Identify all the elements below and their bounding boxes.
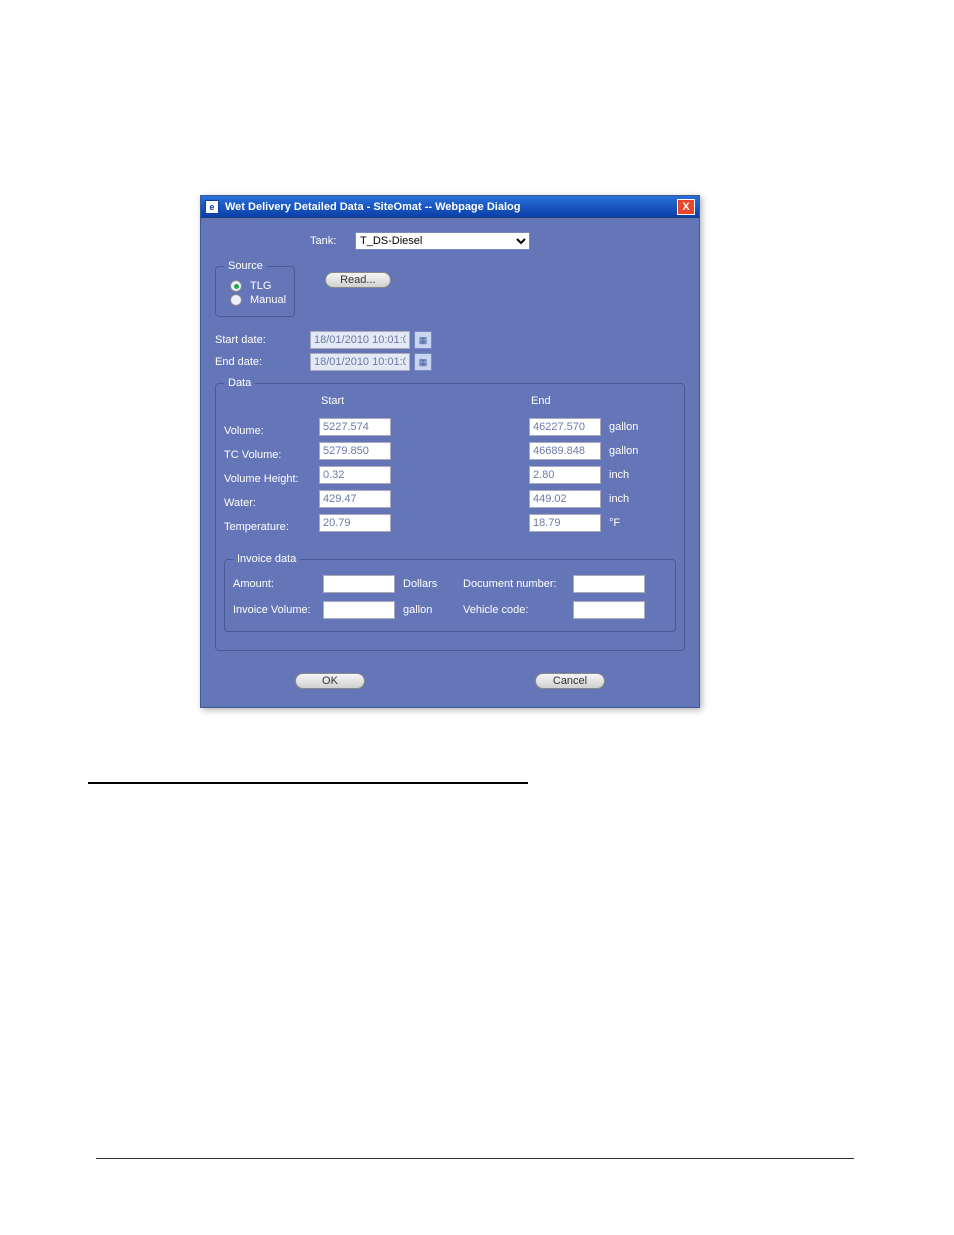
amount-unit: Dollars: [403, 578, 453, 590]
water-start[interactable]: [319, 490, 391, 508]
calendar-icon[interactable]: ▦: [414, 331, 432, 349]
invvol-input[interactable]: [323, 601, 395, 619]
water-end[interactable]: [529, 490, 601, 508]
invoice-fieldset: Invoice data Amount: Dollars Document nu…: [224, 553, 676, 632]
amount-label: Amount:: [233, 578, 323, 590]
dialog-body: Tank: T_DS-Diesel Source TLG Manual Read…: [201, 218, 699, 707]
vehicle-input[interactable]: [573, 601, 645, 619]
start-header: Start: [319, 395, 529, 415]
vehicle-label: Vehicle code:: [463, 604, 573, 616]
horizontal-rule: [88, 782, 528, 784]
footer-rule: [96, 1158, 854, 1159]
tank-label: Tank:: [310, 235, 355, 247]
volume-label: Volume:: [224, 419, 319, 443]
volume-start[interactable]: [319, 418, 391, 436]
radio-tlg-label: TLG: [250, 280, 271, 292]
tcvolume-start[interactable]: [319, 442, 391, 460]
start-date-input[interactable]: [310, 331, 410, 349]
temperature-end[interactable]: [529, 514, 601, 532]
dialog-window: e Wet Delivery Detailed Data - SiteOmat …: [200, 195, 700, 708]
invvol-label: Invoice Volume:: [233, 604, 323, 616]
volheight-unit: inch: [609, 469, 629, 481]
volheight-label: Volume Height:: [224, 467, 319, 491]
invvol-unit: gallon: [403, 604, 453, 616]
radio-manual[interactable]: [230, 294, 242, 306]
amount-input[interactable]: [323, 575, 395, 593]
volheight-end[interactable]: [529, 466, 601, 484]
tcvolume-end[interactable]: [529, 442, 601, 460]
read-button[interactable]: Read...: [325, 272, 390, 288]
source-legend: Source: [224, 260, 267, 272]
end-date-label: End date:: [215, 356, 310, 368]
radio-tlg[interactable]: [230, 280, 242, 292]
tcvolume-unit: gallon: [609, 445, 638, 457]
volume-end[interactable]: [529, 418, 601, 436]
radio-manual-label: Manual: [250, 294, 286, 306]
water-unit: inch: [609, 493, 629, 505]
water-label: Water:: [224, 491, 319, 515]
app-icon: e: [205, 200, 219, 214]
temperature-start[interactable]: [319, 514, 391, 532]
invoice-legend: Invoice data: [233, 553, 300, 565]
data-fieldset: Data Volume: TC Volume: Volume Height: W…: [215, 377, 685, 651]
data-legend: Data: [224, 377, 255, 389]
end-header: End: [529, 395, 638, 415]
source-fieldset: Source TLG Manual: [215, 260, 295, 317]
close-button[interactable]: X: [677, 199, 695, 215]
volume-unit: gallon: [609, 421, 638, 433]
docnum-label: Document number:: [463, 578, 573, 590]
start-date-label: Start date:: [215, 334, 310, 346]
volheight-start[interactable]: [319, 466, 391, 484]
tcvolume-label: TC Volume:: [224, 443, 319, 467]
calendar-icon[interactable]: ▦: [414, 353, 432, 371]
end-date-input[interactable]: [310, 353, 410, 371]
temperature-unit: °F: [609, 517, 620, 529]
docnum-input[interactable]: [573, 575, 645, 593]
tank-select[interactable]: T_DS-Diesel: [355, 232, 530, 250]
window-title: Wet Delivery Detailed Data - SiteOmat --…: [225, 201, 520, 213]
temperature-label: Temperature:: [224, 515, 319, 539]
titlebar: e Wet Delivery Detailed Data - SiteOmat …: [201, 196, 699, 218]
ok-button[interactable]: OK: [295, 673, 365, 689]
cancel-button[interactable]: Cancel: [535, 673, 605, 689]
